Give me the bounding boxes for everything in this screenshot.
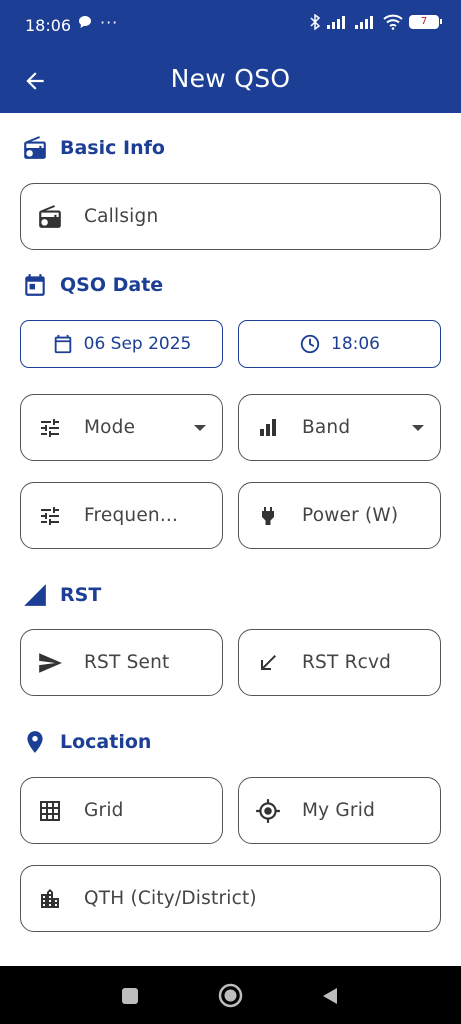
home-circle-icon[interactable]	[218, 983, 243, 1008]
chevron-down-icon	[412, 424, 424, 431]
date-picker-button[interactable]: 06 Sep 2025	[20, 320, 223, 368]
chevron-down-icon	[194, 424, 206, 431]
field-label: RST Sent	[84, 652, 170, 673]
tune-icon	[37, 503, 63, 529]
arrow-down-left-icon	[255, 650, 281, 676]
radio-icon	[37, 204, 63, 230]
frequency-field[interactable]: Frequen...	[20, 482, 223, 549]
back-triangle-icon[interactable]	[320, 986, 340, 1006]
field-label: Grid	[84, 800, 124, 821]
field-label: Power (W)	[302, 505, 399, 526]
rst-rcvd-field[interactable]: RST Rcvd	[238, 629, 441, 696]
field-label: RST Rcvd	[302, 652, 392, 673]
field-label: Band	[302, 417, 351, 438]
calendar-icon	[25, 274, 45, 296]
wifi-icon	[383, 14, 403, 30]
recents-square-icon[interactable]	[121, 987, 139, 1005]
field-label: Frequen...	[84, 505, 179, 526]
qth-field[interactable]: QTH (City/District)	[20, 865, 441, 932]
section-basic-info: Basic Info	[22, 135, 165, 161]
callsign-field[interactable]: Callsign	[20, 183, 441, 250]
clock-icon	[300, 334, 320, 354]
more-notifications-indicator: ···	[100, 13, 119, 32]
chat-notification-icon	[78, 15, 92, 33]
radio-icon	[24, 136, 46, 159]
section-title: Basic Info	[60, 137, 165, 159]
band-dropdown[interactable]: Band	[238, 394, 441, 461]
tune-icon	[37, 415, 63, 441]
signal-strength-icon-2	[355, 16, 373, 29]
calendar-icon	[54, 334, 71, 354]
system-status-icons: 7	[309, 14, 442, 30]
time-value: 18:06	[331, 334, 380, 354]
location-pin-icon	[27, 731, 43, 753]
grid-icon	[37, 798, 63, 824]
section-location: Location	[22, 729, 151, 755]
page-title: New QSO	[170, 64, 291, 93]
power-field[interactable]: Power (W)	[238, 482, 441, 549]
app-bar: New QSO	[0, 52, 461, 113]
system-nav-bar	[0, 966, 461, 1024]
signal-triangle-icon	[24, 584, 46, 606]
field-label: Mode	[84, 417, 136, 438]
time-picker-button[interactable]: 18:06	[238, 320, 441, 368]
crosshair-icon	[255, 798, 281, 824]
section-title: Location	[60, 731, 152, 753]
section-qso-date: QSO Date	[22, 272, 163, 298]
field-label: QTH (City/District)	[84, 888, 257, 909]
status-time: 18:06	[25, 16, 72, 35]
city-icon	[37, 886, 63, 912]
my-grid-field[interactable]: My Grid	[238, 777, 441, 844]
battery-icon: 7	[409, 15, 442, 29]
send-icon	[37, 650, 63, 676]
field-label: Callsign	[84, 206, 159, 227]
mode-dropdown[interactable]: Mode	[20, 394, 223, 461]
bluetooth-icon	[310, 14, 321, 30]
signal-bars-icon	[255, 415, 281, 441]
status-bar: 18:06 ··· 7	[0, 0, 461, 52]
signal-strength-icon	[327, 16, 345, 29]
section-rst: RST	[22, 582, 101, 608]
section-title: RST	[60, 584, 102, 606]
field-label: My Grid	[302, 800, 376, 821]
plug-icon	[255, 503, 281, 529]
section-title: QSO Date	[60, 274, 164, 296]
date-value: 06 Sep 2025	[83, 334, 192, 354]
rst-sent-field[interactable]: RST Sent	[20, 629, 223, 696]
grid-field[interactable]: Grid	[20, 777, 223, 844]
